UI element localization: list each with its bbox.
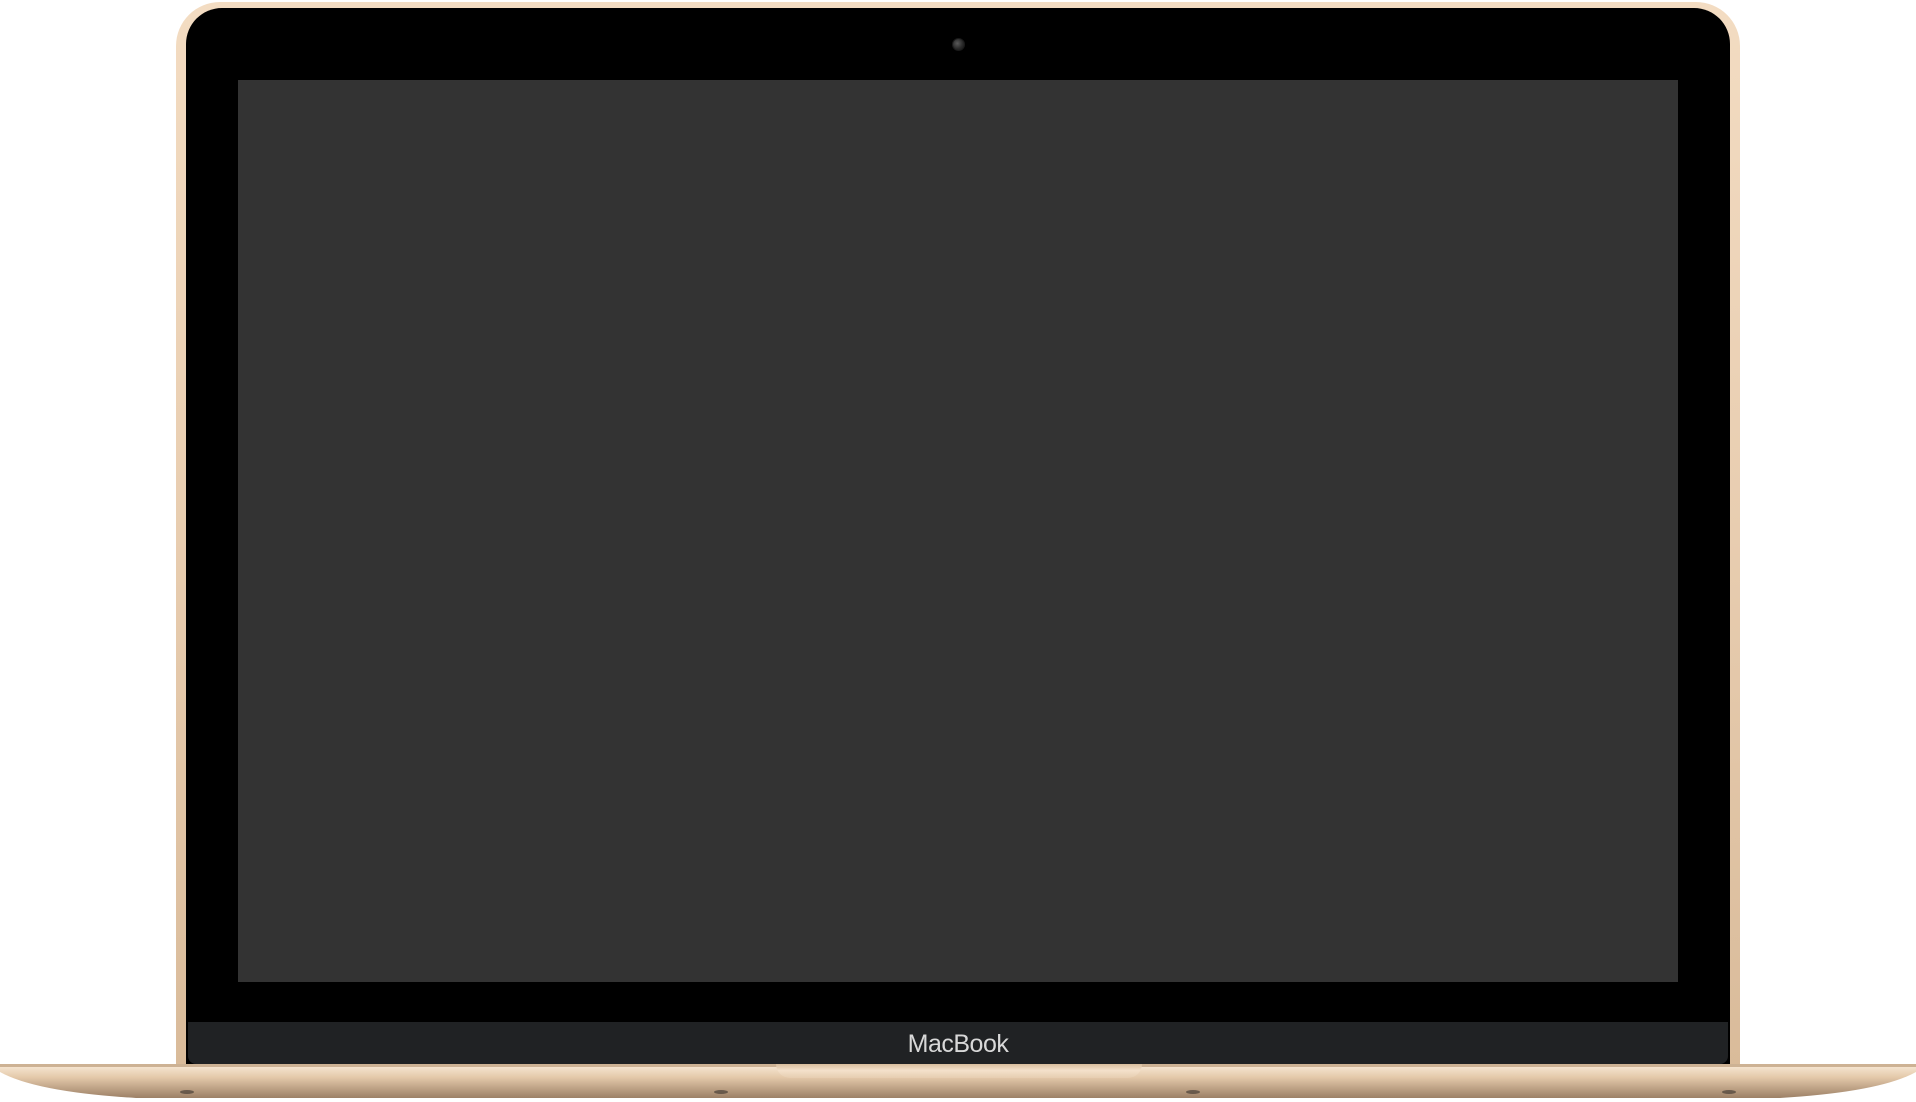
camera-icon (952, 38, 965, 51)
hinge-notch (776, 1064, 1142, 1078)
display-screen (238, 80, 1678, 982)
laptop-mockup: MacBook (0, 0, 1916, 1102)
rubber-foot (714, 1090, 728, 1094)
rubber-foot (1722, 1090, 1736, 1094)
brand-label: MacBook (907, 1030, 1009, 1058)
rubber-foot (1186, 1090, 1200, 1094)
rubber-foot (180, 1090, 194, 1094)
